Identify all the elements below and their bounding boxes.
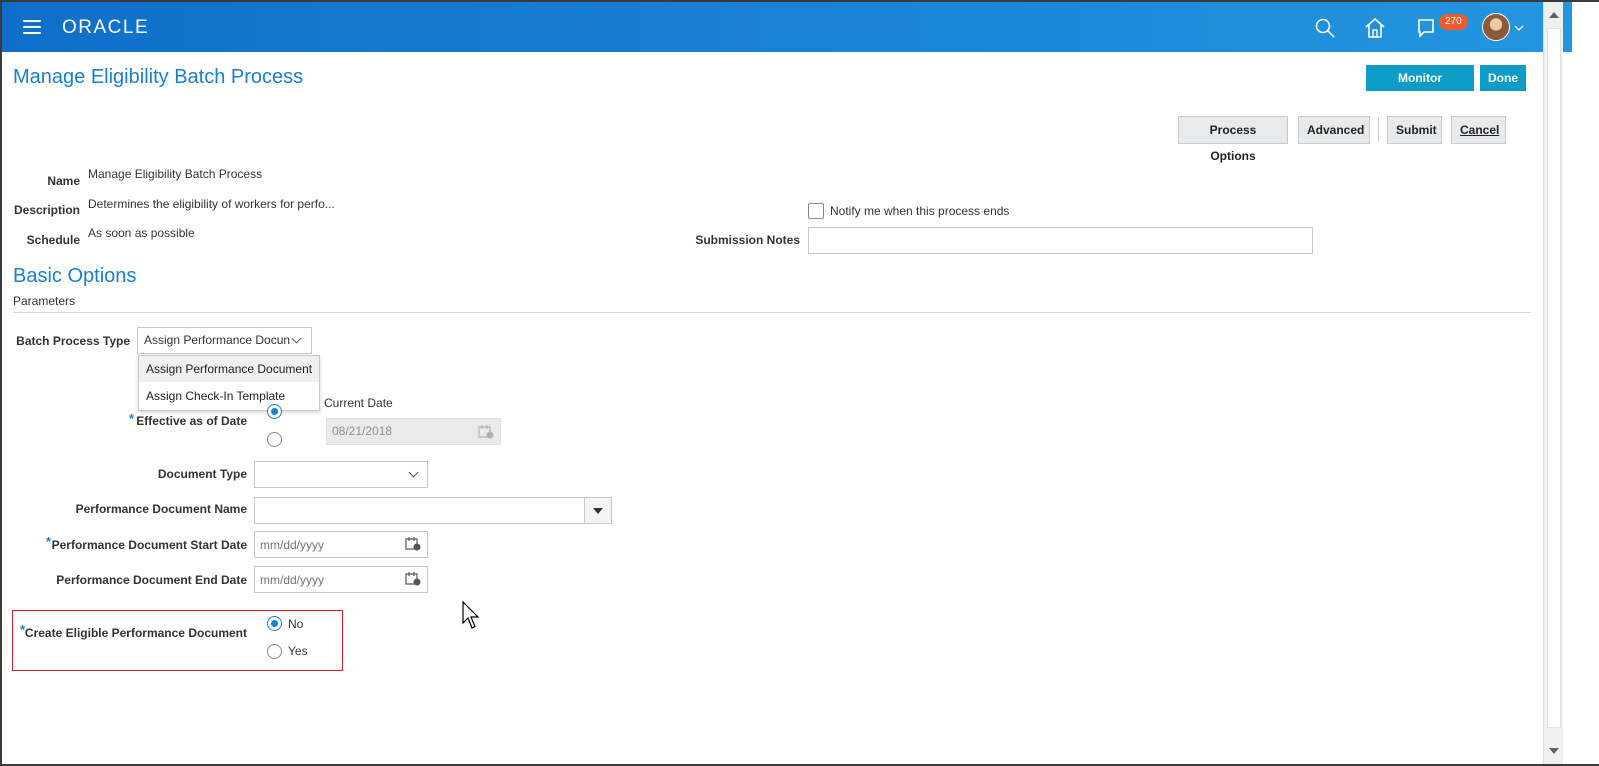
menu-icon[interactable]: [23, 20, 41, 34]
dropdown-option-assign-check-in-template[interactable]: Assign Check-In Template: [139, 383, 319, 409]
submit-button[interactable]: Submit: [1387, 116, 1442, 144]
scroll-down-icon[interactable]: [1549, 748, 1559, 754]
create-eligible-yes-label[interactable]: Yes: [288, 644, 308, 658]
create-eligible-label: Create Eligible Performance Document: [24, 626, 247, 640]
document-type-label: Document Type: [157, 467, 247, 481]
performance-document-name-label: Performance Document Name: [75, 502, 247, 516]
calendar-icon[interactable]: [405, 572, 421, 586]
effective-date-input: 08/21/2018: [326, 418, 501, 445]
done-button[interactable]: Done: [1480, 65, 1526, 91]
create-eligible-yes-radio[interactable]: [267, 644, 282, 659]
effective-date-label: Effective as of Date: [136, 414, 247, 428]
section-divider: [13, 312, 1531, 313]
description-value: Determines the eligibility of workers fo…: [88, 197, 335, 211]
batch-process-type-label: Batch Process Type: [16, 334, 130, 348]
document-type-select[interactable]: [254, 461, 428, 488]
dropdown-option-assign-performance-document[interactable]: Assign Performance Document: [139, 356, 319, 382]
schedule-value: As soon as possible: [88, 226, 195, 240]
page-title: Manage Eligibility Batch Process: [13, 66, 304, 88]
submission-notes-input[interactable]: [808, 227, 1313, 254]
batch-process-type-dropdown: Assign Performance Document Assign Check…: [138, 355, 320, 411]
schedule-label: Schedule: [26, 233, 80, 247]
search-icon[interactable]: [1313, 16, 1337, 40]
effective-date-current-radio[interactable]: [267, 404, 282, 419]
name-label: Name: [47, 174, 80, 188]
performance-document-name-input[interactable]: [254, 497, 585, 524]
end-date-label: Performance Document End Date: [56, 573, 247, 587]
current-date-label: Current Date: [324, 396, 393, 410]
create-eligible-no-label[interactable]: No: [288, 617, 303, 631]
monitor-process-button[interactable]: Monitor Process: [1366, 65, 1474, 111]
submission-notes-label: Submission Notes: [695, 233, 800, 247]
process-options-button[interactable]: Process Options: [1178, 116, 1288, 163]
description-label: Description: [13, 203, 80, 217]
start-date-label: Performance Document Start Date: [51, 538, 247, 552]
notify-checkbox[interactable]: [808, 203, 824, 219]
chevron-down-icon[interactable]: [1514, 24, 1524, 32]
advanced-button[interactable]: Advanced: [1298, 116, 1370, 144]
toolbar-separator: [1378, 118, 1379, 142]
oracle-logo[interactable]: ORACLE: [62, 17, 149, 39]
user-avatar[interactable]: [1482, 13, 1510, 41]
cancel-button[interactable]: Cancel: [1451, 116, 1506, 144]
notifications-icon[interactable]: [1414, 16, 1438, 40]
batch-process-type-select[interactable]: Assign Performance Docun: [137, 327, 312, 354]
global-header: ORACLE 270: [2, 2, 1572, 52]
start-date-input[interactable]: [254, 531, 428, 558]
parameters-heading: Parameters: [13, 294, 76, 308]
create-eligible-no-radio[interactable]: [267, 616, 282, 631]
effective-date-specific-radio[interactable]: [267, 432, 282, 447]
scroll-up-icon[interactable]: [1549, 12, 1559, 18]
end-date-input[interactable]: [254, 566, 428, 593]
name-value: Manage Eligibility Batch Process: [88, 167, 263, 181]
performance-document-name-dropdown-button[interactable]: [584, 497, 612, 524]
home-icon[interactable]: [1363, 16, 1387, 40]
basic-options-heading: Basic Options: [13, 265, 137, 287]
mouse-cursor-icon: [462, 601, 480, 629]
scroll-track[interactable]: [1547, 28, 1561, 728]
notify-label[interactable]: Notify me when this process ends: [830, 204, 1009, 218]
vertical-scrollbar[interactable]: [1543, 2, 1563, 764]
notification-badge[interactable]: 270: [1439, 14, 1468, 30]
calendar-icon: [478, 425, 494, 439]
calendar-icon[interactable]: [405, 537, 421, 551]
